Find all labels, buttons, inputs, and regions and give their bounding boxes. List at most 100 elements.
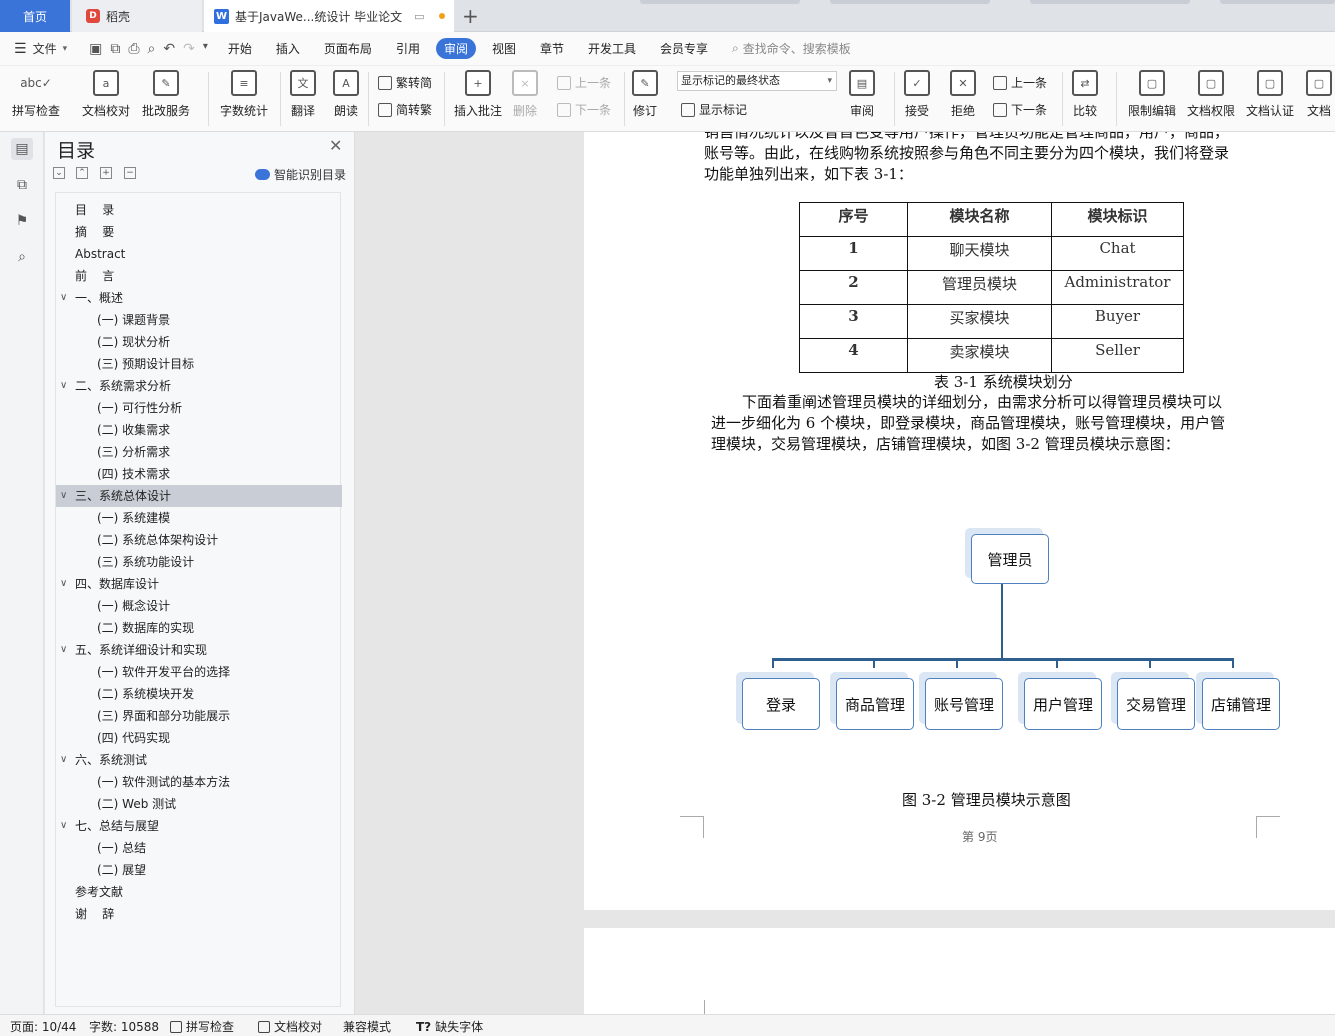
chevron-down-icon[interactable]: ∨ (60, 573, 67, 595)
toc-item[interactable]: ∨ 五、系统详细设计和实现 (56, 639, 342, 661)
doc-proof-button[interactable]: a 文档校对 (82, 70, 130, 119)
batch-service-button[interactable]: ✎ 批改服务 (142, 70, 190, 119)
toc-item[interactable]: ∨ 四、数据库设计 (56, 573, 342, 595)
prev-change-button[interactable]: 上一条 (993, 74, 1047, 91)
insert-comment-button[interactable]: + 插入批注 (454, 70, 502, 119)
chevron-down-icon[interactable]: ∨ (60, 375, 67, 397)
page-indicator[interactable]: 页面: 10/44 (10, 1018, 76, 1035)
toc-item[interactable]: ∨ 三、系统总体设计 (56, 485, 342, 507)
review-pane-button[interactable]: ▤ 审阅 (849, 70, 875, 119)
next-comment-button[interactable]: 下一条 (557, 101, 611, 118)
restrict-edit-button[interactable]: ▢ 限制编辑 (1128, 70, 1176, 119)
toc-item[interactable]: (一) 总结 (56, 837, 342, 859)
section-panel-icon[interactable]: ⧉ (11, 174, 33, 196)
doc-permission-button[interactable]: ▢ 文档权限 (1187, 70, 1235, 119)
file-menu[interactable]: ☰ 文件 ▾ (14, 40, 67, 57)
save-icon[interactable]: ▣ (89, 41, 102, 57)
print-preview-icon[interactable]: ⌕ (148, 41, 156, 57)
toc-item[interactable]: (二) 系统总体架构设计 (56, 529, 342, 551)
expand-all-icon[interactable]: ⌄ (53, 167, 65, 179)
chevron-down-icon[interactable]: ∨ (60, 749, 67, 771)
chevron-down-icon[interactable]: ∨ (60, 287, 67, 309)
toc-item[interactable]: (二) Web 测试 (56, 793, 342, 815)
toc-item[interactable]: (一) 软件测试的基本方法 (56, 771, 342, 793)
menu-review[interactable]: 审阅 (435, 38, 476, 59)
menu-references[interactable]: 引用 (396, 40, 420, 57)
toc-item[interactable]: (四) 技术需求 (56, 463, 342, 485)
tab-home[interactable]: 首页 (0, 0, 70, 32)
toc-item[interactable]: 参考文献 (56, 881, 342, 903)
toc-item[interactable]: (二) 展望 (56, 859, 342, 881)
missing-font[interactable]: T? 缺失字体 (416, 1018, 483, 1035)
prev-comment-button[interactable]: 上一条 (557, 74, 611, 91)
command-search[interactable]: ⌕ 查找命令、搜索模板 (732, 40, 851, 57)
chevron-down-icon[interactable]: ∨ (60, 485, 67, 507)
toc-item[interactable]: (三) 系统功能设计 (56, 551, 342, 573)
status-spell-check[interactable]: 拼写检查 (170, 1018, 234, 1035)
chevron-down-icon[interactable]: ∨ (60, 815, 67, 837)
menu-developer[interactable]: 开发工具 (588, 40, 636, 57)
tab-daoke[interactable]: D 稻壳 (72, 0, 202, 32)
tab-monitor-icon[interactable]: ▭ (414, 10, 424, 23)
toc-panel-icon[interactable]: ▤ (11, 138, 33, 160)
new-tab-button[interactable]: + (462, 4, 479, 28)
word-count-button[interactable]: ≡ 字数统计 (220, 70, 268, 119)
close-icon[interactable]: ✕ (329, 136, 342, 155)
print-icon[interactable]: ⎙ (128, 41, 139, 57)
undo-icon[interactable]: ↶ (163, 41, 175, 57)
compare-button[interactable]: ⇄ 比较 (1072, 70, 1098, 119)
export-pdf-icon[interactable]: ⧉ (110, 41, 120, 57)
toc-item[interactable]: (三) 界面和部分功能展示 (56, 705, 342, 727)
simp-to-trad-button[interactable]: 简转繁 (378, 101, 432, 118)
toc-item[interactable]: 摘 要 (56, 221, 342, 243)
search-icon[interactable]: ⌕ (11, 246, 33, 268)
reject-button[interactable]: ✕ 拒绝 (950, 70, 976, 119)
toc-item[interactable]: ∨ 二、系统需求分析 (56, 375, 342, 397)
track-changes-button[interactable]: ✎ 修订 (632, 70, 658, 119)
toc-item[interactable]: 谢 辞 (56, 903, 342, 925)
compat-mode[interactable]: 兼容模式 (343, 1018, 391, 1035)
menu-view[interactable]: 视图 (492, 40, 516, 57)
next-change-button[interactable]: 下一条 (993, 101, 1047, 118)
menu-page-layout[interactable]: 页面布局 (324, 40, 372, 57)
menu-insert[interactable]: 插入 (276, 40, 300, 57)
smart-toc-button[interactable]: 智能识别目录 (255, 166, 346, 183)
bookmark-icon[interactable]: ⚑ (11, 210, 33, 232)
toc-item[interactable]: ∨ 六、系统测试 (56, 749, 342, 771)
toc-item[interactable]: (一) 软件开发平台的选择 (56, 661, 342, 683)
toc-item[interactable]: (二) 现状分析 (56, 331, 342, 353)
redo-icon[interactable]: ↷ (183, 41, 195, 57)
remove-heading-icon[interactable]: − (124, 167, 136, 179)
collapse-all-icon[interactable]: ⌃ (76, 167, 88, 179)
toc-item[interactable]: 前 言 (56, 265, 342, 287)
menu-start[interactable]: 开始 (228, 40, 252, 57)
toc-item[interactable]: Abstract (56, 243, 342, 265)
toc-item[interactable]: (一) 概念设计 (56, 595, 342, 617)
accept-button[interactable]: ✓ 接受 (904, 70, 930, 119)
toc-item[interactable]: ∨ 一、概述 (56, 287, 342, 309)
spell-check-button[interactable]: abc✓ 拼写检查 (12, 70, 60, 119)
toc-item[interactable]: (一) 可行性分析 (56, 397, 342, 419)
toc-item[interactable]: (二) 系统模块开发 (56, 683, 342, 705)
translate-button[interactable]: 文翻译 (290, 70, 316, 119)
menu-chapter[interactable]: 章节 (540, 40, 564, 57)
more-quick-icon[interactable]: ▾ (203, 41, 208, 57)
show-markup-button[interactable]: 显示标记 (681, 101, 747, 118)
read-aloud-button[interactable]: A 朗读 (333, 70, 359, 119)
toc-item[interactable]: (三) 预期设计目标 (56, 353, 342, 375)
toc-item[interactable]: (一) 系统建模 (56, 507, 342, 529)
toc-item[interactable]: (二) 数据库的实现 (56, 617, 342, 639)
doc-cert-button[interactable]: ▢ 文档认证 (1246, 70, 1294, 119)
toc-item[interactable]: ∨ 七、总结与展望 (56, 815, 342, 837)
toc-item[interactable]: (一) 课题背景 (56, 309, 342, 331)
toc-item[interactable]: (三) 分析需求 (56, 441, 342, 463)
menu-member[interactable]: 会员专享 (660, 40, 708, 57)
add-heading-icon[interactable]: + (100, 167, 112, 179)
status-doc-proof[interactable]: 文档校对 (258, 1018, 322, 1035)
toc-item[interactable]: (二) 收集需求 (56, 419, 342, 441)
markup-state-select[interactable]: 显示标记的最终状态 (677, 71, 837, 91)
chevron-down-icon[interactable]: ∨ (60, 639, 67, 661)
word-count[interactable]: 字数: 10588 (89, 1018, 159, 1035)
doc-more-button[interactable]: ▢ 文档 (1306, 70, 1332, 119)
tab-document[interactable]: W 基于JavaWe...统设计 毕业论文 ▭ (204, 0, 454, 32)
